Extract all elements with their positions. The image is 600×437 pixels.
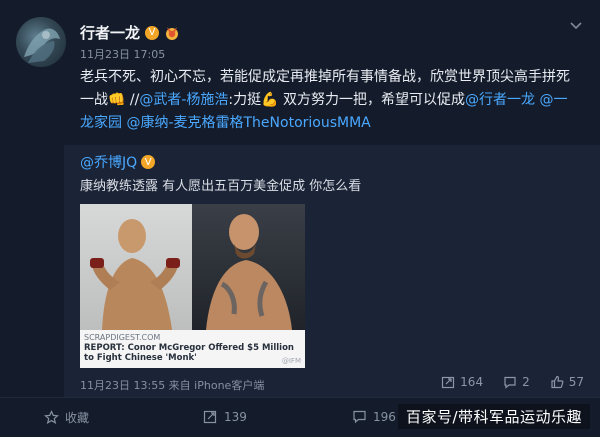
repost-comment-count: 2	[522, 375, 530, 389]
comment-icon	[504, 376, 516, 389]
thumbs-up-icon	[551, 375, 564, 389]
image-thumbnail[interactable]: SCRAPDIGEST.COM REPORT: Conor McGregor O…	[80, 204, 305, 368]
repost-count: 139	[224, 409, 247, 424]
verified-badge-icon: V	[145, 25, 160, 40]
mention-link[interactable]: @行者一龙	[465, 92, 535, 108]
share-icon	[203, 410, 217, 424]
collect-button[interactable]: 收藏	[44, 409, 89, 426]
repost-author-row: @乔博JQ V	[80, 152, 156, 172]
caption-title: REPORT: Conor McGregor Offered $5 Millio…	[84, 343, 294, 363]
repost-author[interactable]: @乔博JQ	[80, 152, 137, 172]
repost-like-button[interactable]: 57	[550, 375, 584, 389]
post-meta: 11月23日 17:05	[80, 48, 166, 61]
photo-monk	[80, 204, 192, 330]
author-row: 行者一龙 V	[80, 22, 180, 43]
collect-label: 收藏	[65, 411, 90, 425]
source-watermark: 百家号/带科军品运动乐趣	[397, 404, 590, 429]
member-medal-icon	[166, 26, 179, 40]
post-content: 老兵不死、初心不忘，若能促成定再推掉所有事情备战，欣赏世界顶尖高手拼死一战👊 /…	[80, 66, 580, 135]
content-text: :力挺💪 双方努力一把，希望可以促成	[228, 92, 465, 108]
repost-button[interactable]: 139	[203, 409, 247, 424]
mention-link[interactable]: @武者-杨施浩	[139, 92, 228, 108]
repost-share-button[interactable]: 164	[441, 375, 483, 389]
repost-meta: 11月23日 13:55 来自 iPhone客户端	[80, 379, 265, 392]
repost-comment-button[interactable]: 2	[503, 375, 530, 389]
repost-text: 康纳教练透露 有人愿出五百万美金促成 你怎么看	[80, 179, 362, 194]
caption-source: SCRAPDIGEST.COM	[84, 333, 161, 342]
reposted-card[interactable]: @乔博JQ V 康纳教练透露 有人愿出五百万美金促成 你怎么看 SCRAPDIG…	[64, 145, 600, 397]
comment-count: 196	[373, 409, 396, 424]
content-text: 👊 //	[108, 92, 140, 108]
repost-actions: 164 2 57	[441, 375, 584, 389]
repost-share-count: 164	[460, 375, 484, 389]
comment-button[interactable]: 196	[352, 409, 396, 424]
author-name[interactable]: 行者一龙	[80, 22, 140, 43]
thumbnail-caption: SCRAPDIGEST.COM REPORT: Conor McGregor O…	[80, 330, 305, 368]
verified-badge-icon: V	[141, 155, 156, 169]
repost-like-count: 57	[568, 375, 584, 389]
star-icon	[44, 410, 59, 425]
share-icon	[442, 376, 455, 389]
avatar[interactable]	[16, 17, 66, 67]
mention-link[interactable]: @康纳-麦克格雷格TheNotoriousMMA	[126, 115, 370, 131]
chevron-down-icon[interactable]	[568, 17, 584, 33]
caption-watermark: @IFM	[281, 357, 301, 365]
photo-mcgregor	[192, 204, 305, 330]
repost-footer: 11月23日 13:55 来自 iPhone客户端 164 2 57	[80, 375, 584, 393]
avatar-image	[24, 28, 60, 63]
weibo-post: 行者一龙 V 11月23日 17:05 老兵不死、初心不忘，若能促成定再推掉所有…	[0, 0, 600, 437]
comment-icon	[353, 410, 366, 424]
